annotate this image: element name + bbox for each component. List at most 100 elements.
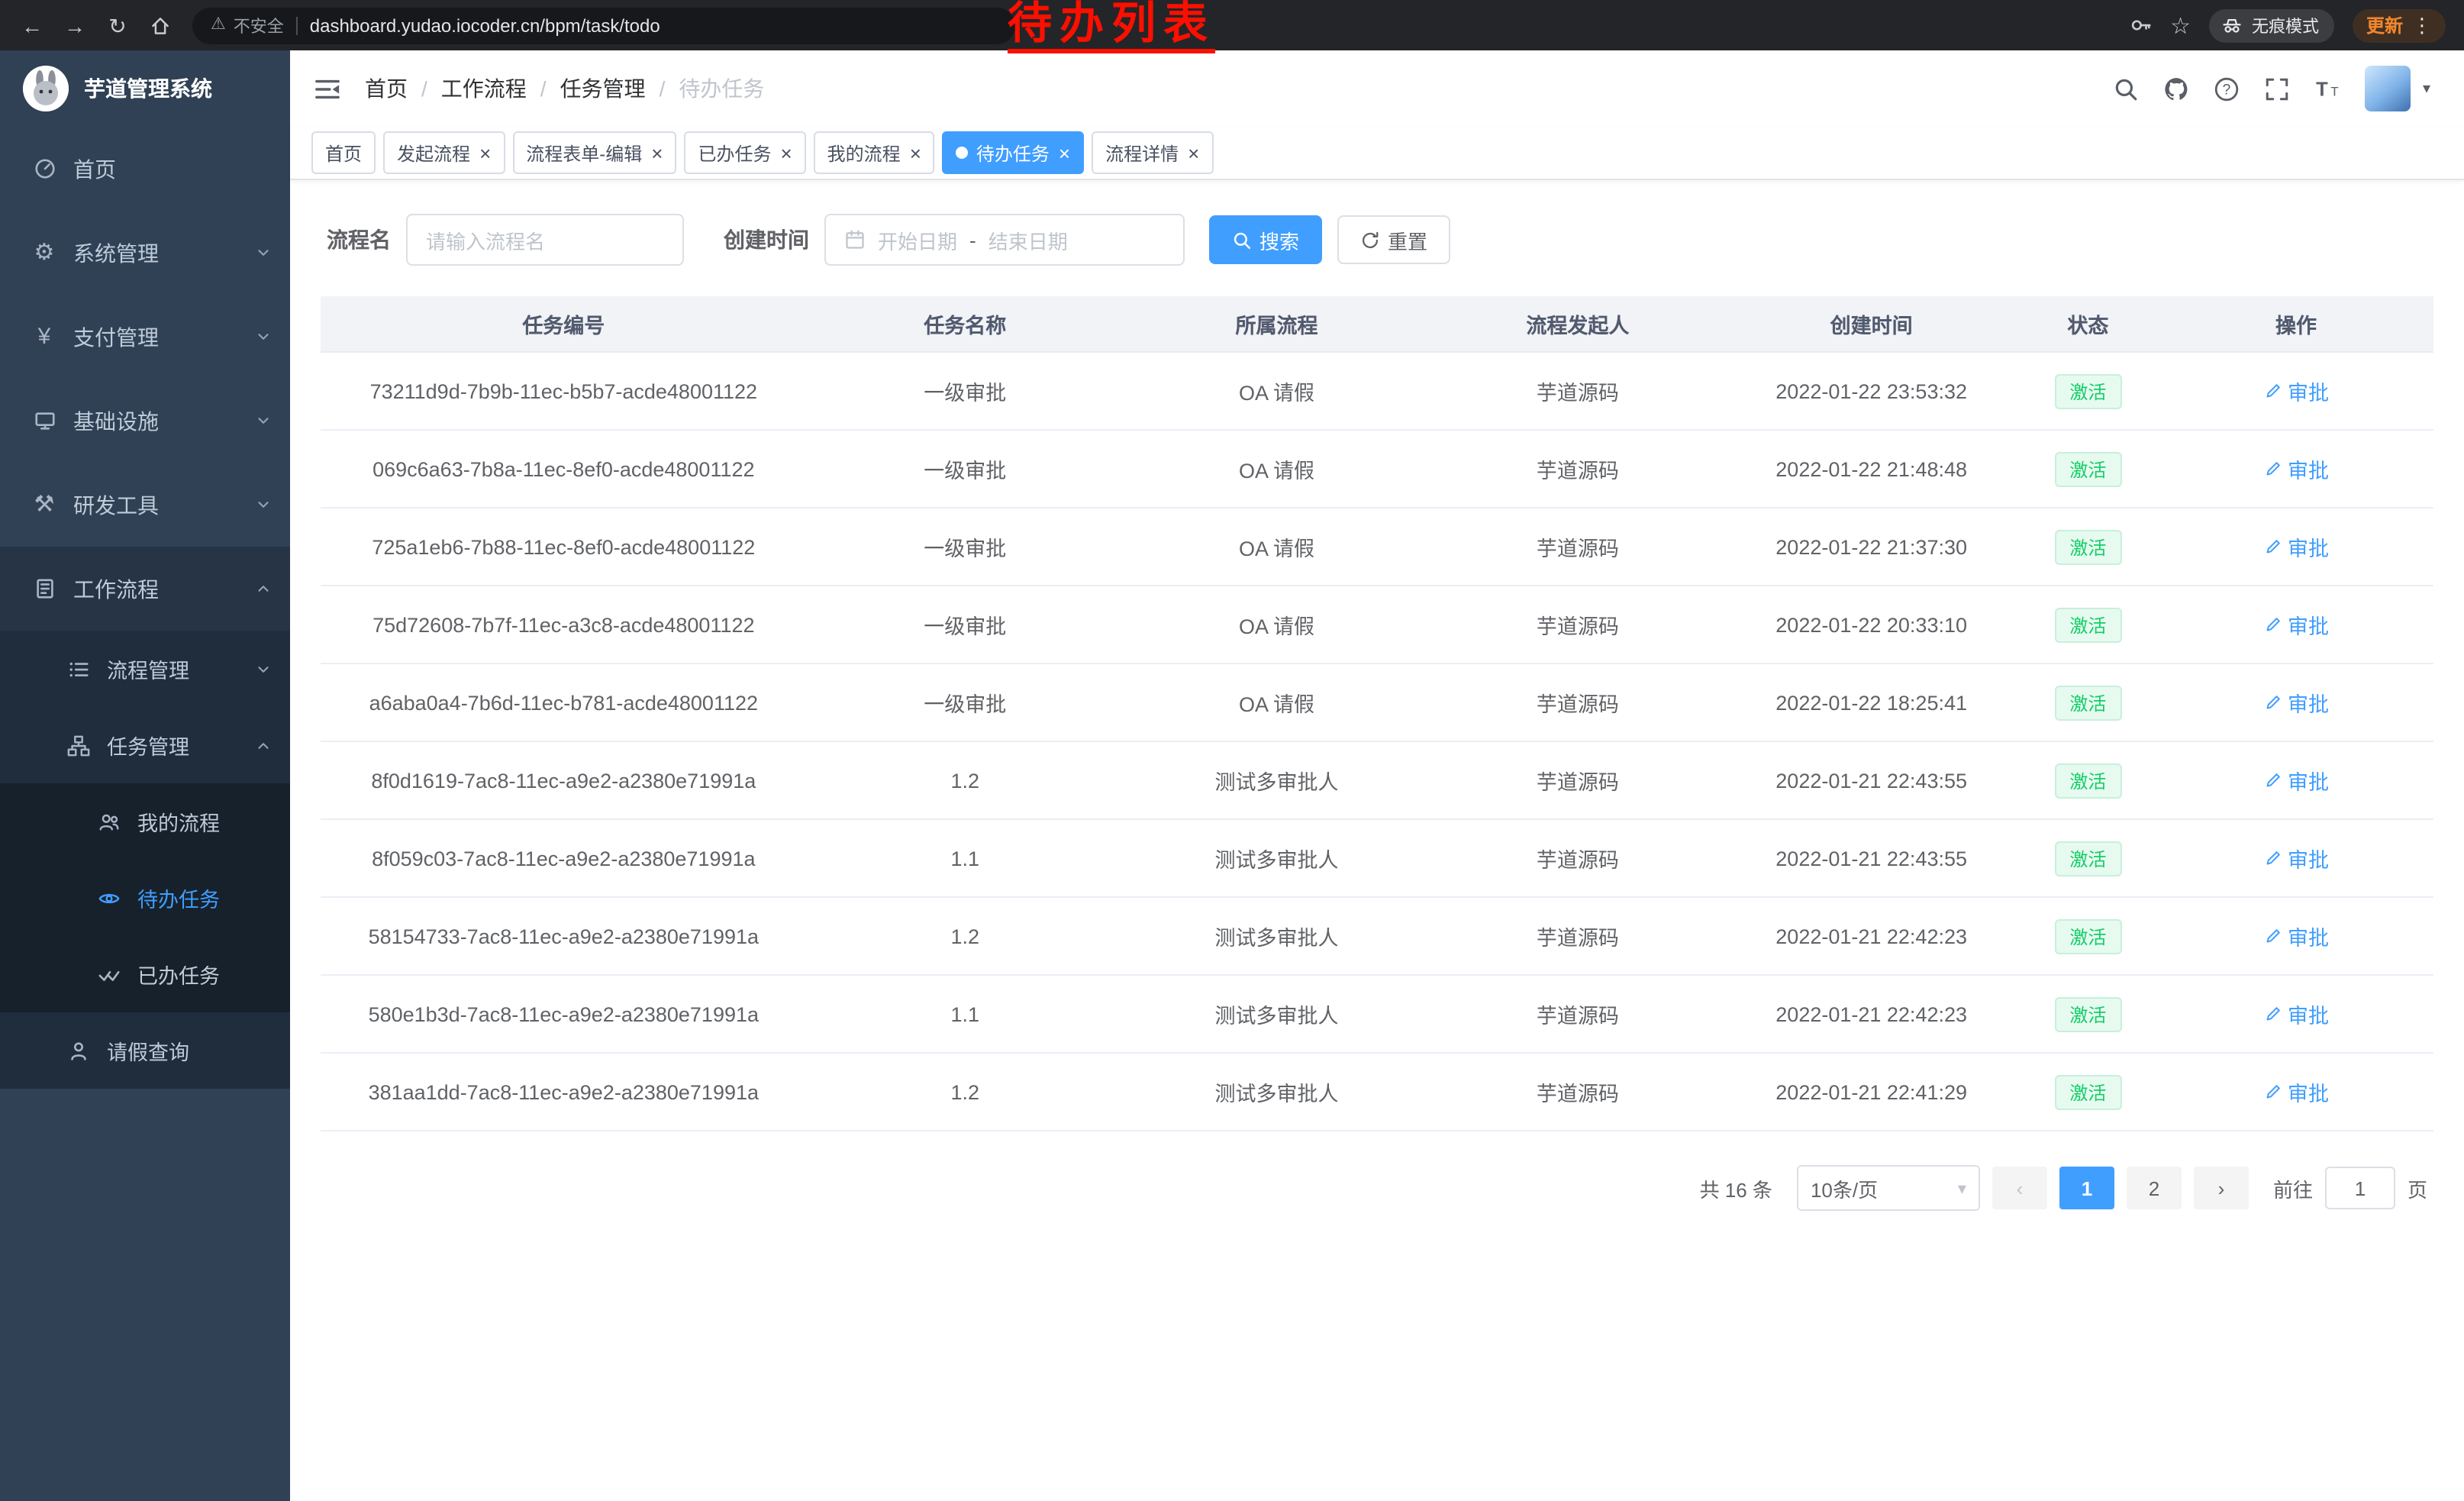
close-icon[interactable]: × [780,141,792,164]
close-icon[interactable]: × [1188,141,1199,164]
pagination-total: 共 16 条 [1700,1173,1772,1202]
goto-page-input[interactable]: 1 [2325,1167,2395,1209]
sidebar-item-infrastructure[interactable]: 基础设施 [0,379,290,463]
close-icon[interactable]: × [910,141,921,164]
tab-1[interactable]: 首页 [311,131,376,174]
tab-6[interactable]: 待办任务× [943,131,1084,174]
sidebar-item-label: 支付管理 [73,321,159,352]
create-time-label: 创建时间 [724,224,809,255]
home-icon[interactable] [140,5,180,45]
page-button-1[interactable]: 1 [2059,1167,2114,1209]
fullscreen-icon[interactable] [2264,76,2290,102]
sidebar-item-leave-query[interactable]: 请假查询 [0,1012,290,1089]
search-icon[interactable] [2113,76,2139,102]
tab-5[interactable]: 我的流程 × [814,131,935,174]
hamburger-icon[interactable] [314,76,340,102]
reset-button[interactable]: 重置 [1337,215,1450,264]
sidebar-item-label: 研发工具 [73,489,159,520]
sidebar-item-process-manage[interactable]: 流程管理 [0,631,290,707]
breadcrumb-item[interactable]: 任务管理 [560,73,646,104]
sidebar-item-label: 工作流程 [73,573,159,604]
header-actions: ? TT ▾ [2113,66,2440,111]
star-icon[interactable]: ☆ [2170,11,2191,39]
cell-action: 审批 [2159,352,2433,430]
date-range-picker[interactable]: 开始日期 - 结束日期 [824,214,1185,266]
browser-actions: ☆ 无痕模式 更新 ⋮ [2129,8,2452,42]
sidebar-item-done-task[interactable]: 已办任务 [0,936,290,1012]
end-date-input[interactable]: 结束日期 [989,225,1068,254]
process-name-input[interactable]: 请输入流程名 [406,214,684,266]
address-bar[interactable]: ⚠ 不安全 dashboard.yudao.iocoder.cn/bpm/tas… [192,7,1015,44]
approve-link[interactable]: 审批 [2263,531,2329,562]
approve-link[interactable]: 审批 [2263,999,2329,1029]
sidebar-item-payment-manage[interactable]: ¥支付管理 [0,295,290,379]
more-icon[interactable]: ⋮ [2412,15,2432,35]
tab-label: 我的流程 [827,140,901,166]
cell-id: 725a1eb6-7b88-11ec-8ef0-acde48001122 [321,508,807,586]
forward-icon[interactable]: → [55,5,95,45]
column-header: 任务名称 [807,296,1124,352]
sidebar-item-workflow[interactable]: 工作流程 [0,547,290,631]
avatar[interactable] [2365,66,2411,111]
column-header: 流程发起人 [1430,296,1726,352]
breadcrumb-item[interactable]: 首页 [365,73,408,104]
approve-link[interactable]: 审批 [2263,843,2329,873]
close-icon[interactable]: × [651,141,663,164]
chevron-down-icon[interactable]: ▾ [2423,80,2430,97]
back-icon[interactable]: ← [12,5,52,45]
status-badge: 激活 [2054,451,2121,486]
prev-page-button[interactable]: ‹ [1992,1167,2047,1209]
page-size-select[interactable]: 10条/页▾ [1797,1165,1980,1211]
github-icon[interactable] [2163,76,2189,102]
approve-link[interactable]: 审批 [2263,376,2329,406]
chevron-down-icon [255,660,272,677]
sidebar: 芋道管理系统 首页⚙系统管理¥支付管理基础设施⚒研发工具工作流程流程管理任务管理… [0,50,290,1501]
todo-task-icon [95,886,122,909]
approve-link[interactable]: 审批 [2263,921,2329,951]
status-badge: 激活 [2054,1074,2121,1109]
sidebar-item-label: 请假查询 [107,1035,189,1066]
breadcrumb-item[interactable]: 工作流程 [441,73,527,104]
start-date-input[interactable]: 开始日期 [878,225,957,254]
cell-name: 一级审批 [807,508,1124,586]
tab-3[interactable]: 流程表单-编辑× [512,131,676,174]
sidebar-item-system-manage[interactable]: ⚙系统管理 [0,211,290,295]
close-icon[interactable]: × [1059,141,1070,164]
approve-link[interactable]: 审批 [2263,687,2329,718]
sidebar-item-home[interactable]: 首页 [0,127,290,211]
cell-time: 2022-01-22 23:53:32 [1726,352,2017,430]
table-row: 069c6a63-7b8a-11ec-8ef0-acde48001122一级审批… [321,430,2433,508]
close-icon[interactable]: × [479,141,491,164]
help-icon[interactable]: ? [2214,76,2240,102]
chevron-down-icon [255,412,272,429]
goto-label: 前往 [2273,1173,2313,1202]
tab-2[interactable]: 发起流程× [383,131,505,174]
font-size-icon[interactable]: TT [2314,76,2340,102]
approve-label: 审批 [2288,921,2329,951]
sidebar-item-dev-tools[interactable]: ⚒研发工具 [0,463,290,547]
cell-status: 激活 [2017,975,2159,1053]
approve-link[interactable]: 审批 [2263,609,2329,640]
update-button[interactable]: 更新 ⋮ [2353,8,2446,42]
cell-process: OA 请假 [1124,508,1430,586]
page-button-2[interactable]: 2 [2127,1167,2182,1209]
search-button-label: 搜索 [1259,225,1299,254]
tab-label: 首页 [325,140,362,166]
sidebar-item-my-process[interactable]: 我的流程 [0,783,290,860]
approve-link[interactable]: 审批 [2263,1077,2329,1107]
reload-icon[interactable]: ↻ [98,5,137,45]
approve-link[interactable]: 审批 [2263,765,2329,796]
sidebar-item-task-manage[interactable]: 任务管理 [0,707,290,783]
gear-icon: ⚙ [31,241,58,264]
key-icon[interactable] [2129,14,2152,37]
tab-4[interactable]: 已办任务× [684,131,805,174]
search-button[interactable]: 搜索 [1209,215,1322,264]
approve-link[interactable]: 审批 [2263,454,2329,484]
table-row: 580e1b3d-7ac8-11ec-a9e2-a2380e71991a1.1测… [321,975,2433,1053]
cell-action: 审批 [2159,586,2433,663]
cell-process: OA 请假 [1124,352,1430,430]
tab-7[interactable]: 流程详情× [1092,131,1213,174]
sidebar-item-todo-task[interactable]: 待办任务 [0,860,290,936]
next-page-button[interactable]: › [2194,1167,2249,1209]
chevron-up-icon [255,580,272,597]
